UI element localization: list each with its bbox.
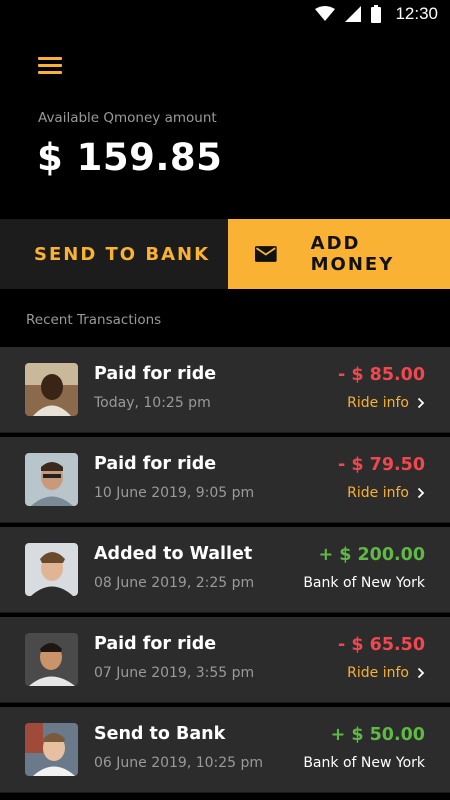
transaction-row[interactable]: Paid for ride 07 June 2019, 3:55 pm - $ … [0, 617, 450, 703]
send-to-bank-button[interactable]: SEND TO BANK [0, 219, 228, 289]
ride-info-label: Ride info [347, 395, 409, 411]
ride-info-link[interactable]: Ride info [347, 665, 425, 681]
chevron-right-icon [417, 397, 425, 409]
wifi-icon [315, 6, 336, 21]
ride-info-label: Ride info [347, 665, 409, 681]
transaction-date: 08 June 2019, 2:25 pm [94, 575, 255, 591]
avatar [25, 453, 78, 506]
transaction-row[interactable]: Added to Wallet 08 June 2019, 2:25 pm + … [0, 527, 450, 613]
avatar [25, 543, 78, 596]
transaction-row[interactable]: Paid for ride Today, 10:25 pm - $ 85.00 … [0, 347, 450, 433]
status-time: 12:30 [395, 4, 438, 23]
send-to-bank-label: SEND TO BANK [34, 243, 211, 265]
transaction-row[interactable]: Paid for ride 10 June 2019, 9:05 pm - $ … [0, 437, 450, 523]
signal-icon [345, 6, 362, 22]
ride-info-label: Ride info [347, 485, 409, 501]
recent-transactions-title: Recent Transactions [26, 312, 162, 328]
add-money-label: ADD MONEY [310, 233, 395, 275]
battery-icon [371, 5, 382, 23]
avatar [25, 723, 78, 776]
avatar [25, 633, 78, 686]
chevron-right-icon [417, 487, 425, 499]
transaction-amount: - $ 85.00 [338, 365, 425, 385]
add-money-button[interactable]: ADD MONEY [228, 219, 450, 289]
transaction-title: Paid for ride [94, 364, 217, 384]
action-bar: SEND TO BANK ADD MONEY [0, 219, 450, 289]
bank-name: Bank of New York [303, 575, 425, 591]
ride-info-link[interactable]: Ride info [347, 395, 425, 411]
status-icons: 12:30 [315, 4, 438, 24]
transaction-amount: + $ 50.00 [330, 725, 425, 745]
transaction-amount: + $ 200.00 [318, 545, 425, 565]
balance-amount: $ 159.85 [37, 136, 223, 179]
bank-name-label: Bank of New York [303, 755, 425, 771]
status-bar: 12:30 [0, 0, 450, 28]
bank-name-label: Bank of New York [303, 575, 425, 591]
transaction-title: Added to Wallet [94, 544, 253, 564]
transaction-date: Today, 10:25 pm [94, 395, 211, 411]
transaction-title: Paid for ride [94, 634, 217, 654]
ride-info-link[interactable]: Ride info [347, 485, 425, 501]
hamburger-menu-icon[interactable] [38, 55, 64, 75]
transaction-date: 10 June 2019, 9:05 pm [94, 485, 255, 501]
balance-label: Available Qmoney amount [38, 110, 217, 126]
transaction-amount: - $ 79.50 [338, 455, 425, 475]
transaction-date: 06 June 2019, 10:25 pm [94, 755, 264, 771]
avatar [25, 363, 78, 416]
chevron-right-icon [417, 667, 425, 679]
transaction-row[interactable]: Send to Bank 06 June 2019, 10:25 pm + $ … [0, 707, 450, 793]
transaction-amount: - $ 65.50 [338, 635, 425, 655]
transaction-title: Paid for ride [94, 454, 217, 474]
envelope-icon [255, 246, 277, 262]
transaction-list: Paid for ride Today, 10:25 pm - $ 85.00 … [0, 347, 450, 797]
transaction-title: Send to Bank [94, 724, 226, 744]
transaction-date: 07 June 2019, 3:55 pm [94, 665, 255, 681]
bank-name: Bank of New York [303, 755, 425, 771]
